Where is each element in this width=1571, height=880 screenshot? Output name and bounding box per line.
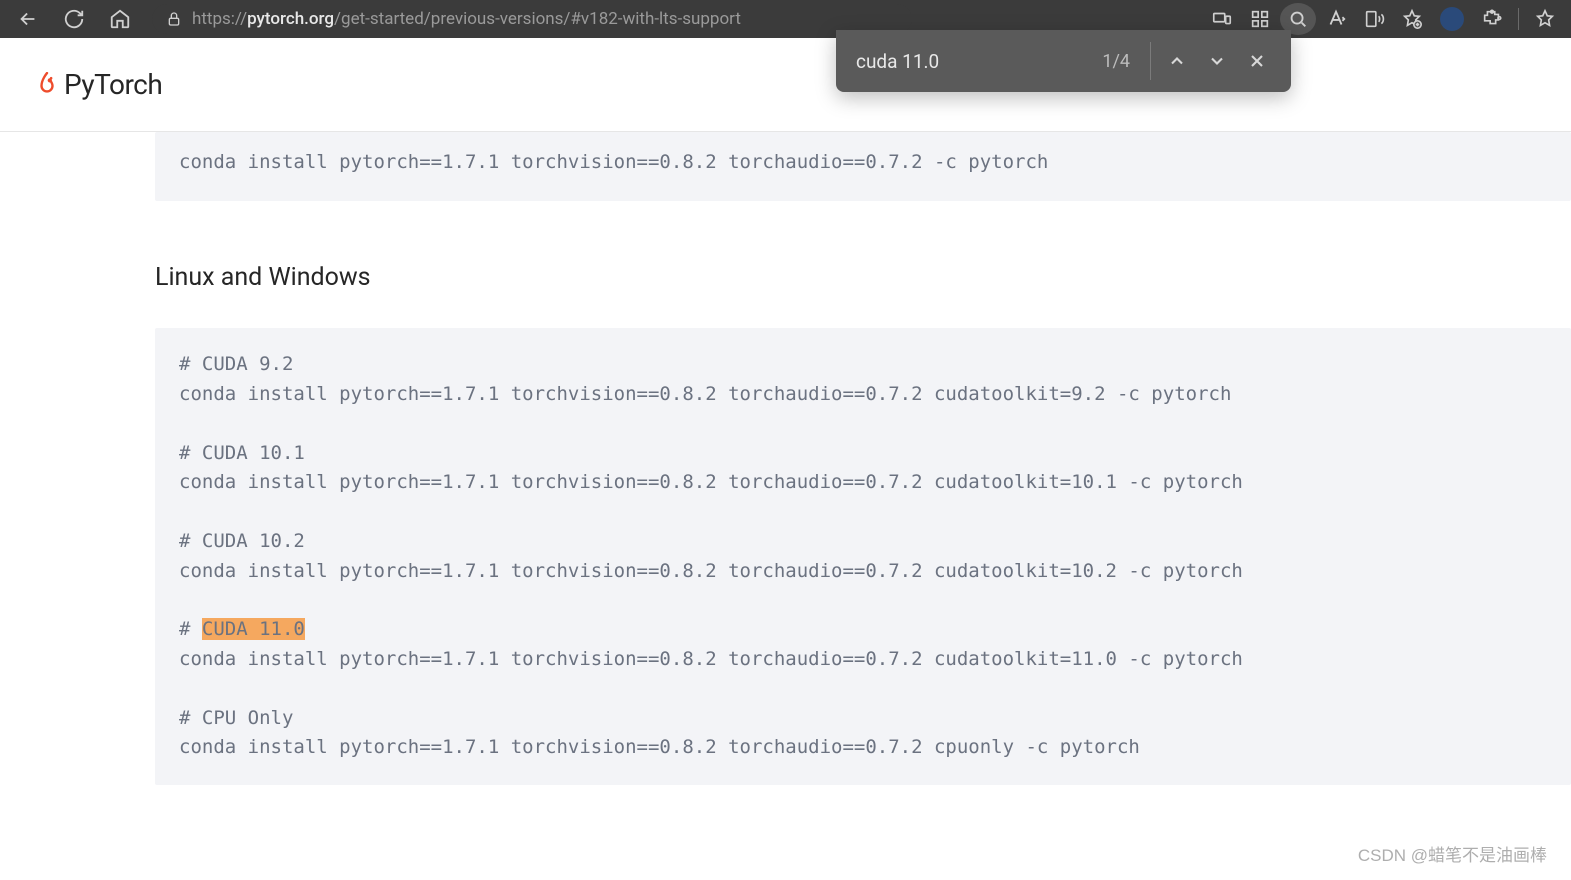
refresh-button[interactable] bbox=[54, 3, 94, 35]
code-block-main: # CUDA 9.2 conda install pytorch==1.7.1 … bbox=[155, 328, 1571, 784]
highlight-line: # CUDA 11.0 bbox=[179, 618, 305, 640]
favorites-icon[interactable] bbox=[1394, 3, 1430, 35]
home-button[interactable] bbox=[100, 3, 140, 35]
find-bar: cuda 11.0 1/4 bbox=[836, 30, 1291, 92]
logo-text: PyTorch bbox=[64, 68, 162, 101]
lock-icon bbox=[166, 11, 182, 27]
favorites-star-icon[interactable] bbox=[1527, 3, 1563, 35]
url-path: /get-started/previous-versions/#v182-wit… bbox=[334, 9, 741, 29]
url-bar[interactable]: https://pytorch.org/get-started/previous… bbox=[152, 4, 912, 34]
extensions-icon[interactable] bbox=[1474, 3, 1510, 35]
find-input[interactable]: cuda 11.0 bbox=[850, 50, 1102, 73]
code-tail-lines: conda install pytorch==1.7.1 torchvision… bbox=[179, 648, 1243, 758]
find-prev-button[interactable] bbox=[1157, 41, 1197, 81]
url-domain: pytorch.org bbox=[247, 9, 334, 29]
find-next-button[interactable] bbox=[1197, 41, 1237, 81]
find-separator bbox=[1150, 42, 1151, 80]
watermark: CSDN @蜡笔不是油画棒 bbox=[1358, 841, 1547, 866]
section-heading: Linux and Windows bbox=[155, 263, 1571, 292]
pytorch-flame-icon bbox=[36, 72, 58, 98]
text-size-icon[interactable] bbox=[1318, 3, 1354, 35]
find-highlight: CUDA 11.0 bbox=[202, 618, 305, 640]
toolbar-separator bbox=[1518, 8, 1519, 30]
find-close-button[interactable] bbox=[1237, 41, 1277, 81]
code-block-top: conda install pytorch==1.7.1 torchvision… bbox=[155, 132, 1571, 201]
read-aloud-icon[interactable] bbox=[1356, 3, 1392, 35]
browser-toolbar: https://pytorch.org/get-started/previous… bbox=[0, 0, 1571, 38]
highlight-prefix: # bbox=[179, 618, 202, 640]
code-line: conda install pytorch==1.7.1 torchvision… bbox=[179, 151, 1048, 173]
url-prefix: https:// bbox=[192, 9, 247, 29]
find-count: 1/4 bbox=[1102, 51, 1130, 72]
page-content: conda install pytorch==1.7.1 torchvision… bbox=[155, 132, 1571, 785]
pytorch-logo[interactable]: PyTorch bbox=[36, 68, 162, 101]
url-text: https://pytorch.org/get-started/previous… bbox=[192, 9, 741, 29]
site-header: PyTorch bbox=[0, 38, 1571, 132]
code-lines: # CUDA 9.2 conda install pytorch==1.7.1 … bbox=[179, 353, 1243, 581]
profile-icon[interactable] bbox=[1440, 7, 1464, 31]
back-button[interactable] bbox=[8, 3, 48, 35]
